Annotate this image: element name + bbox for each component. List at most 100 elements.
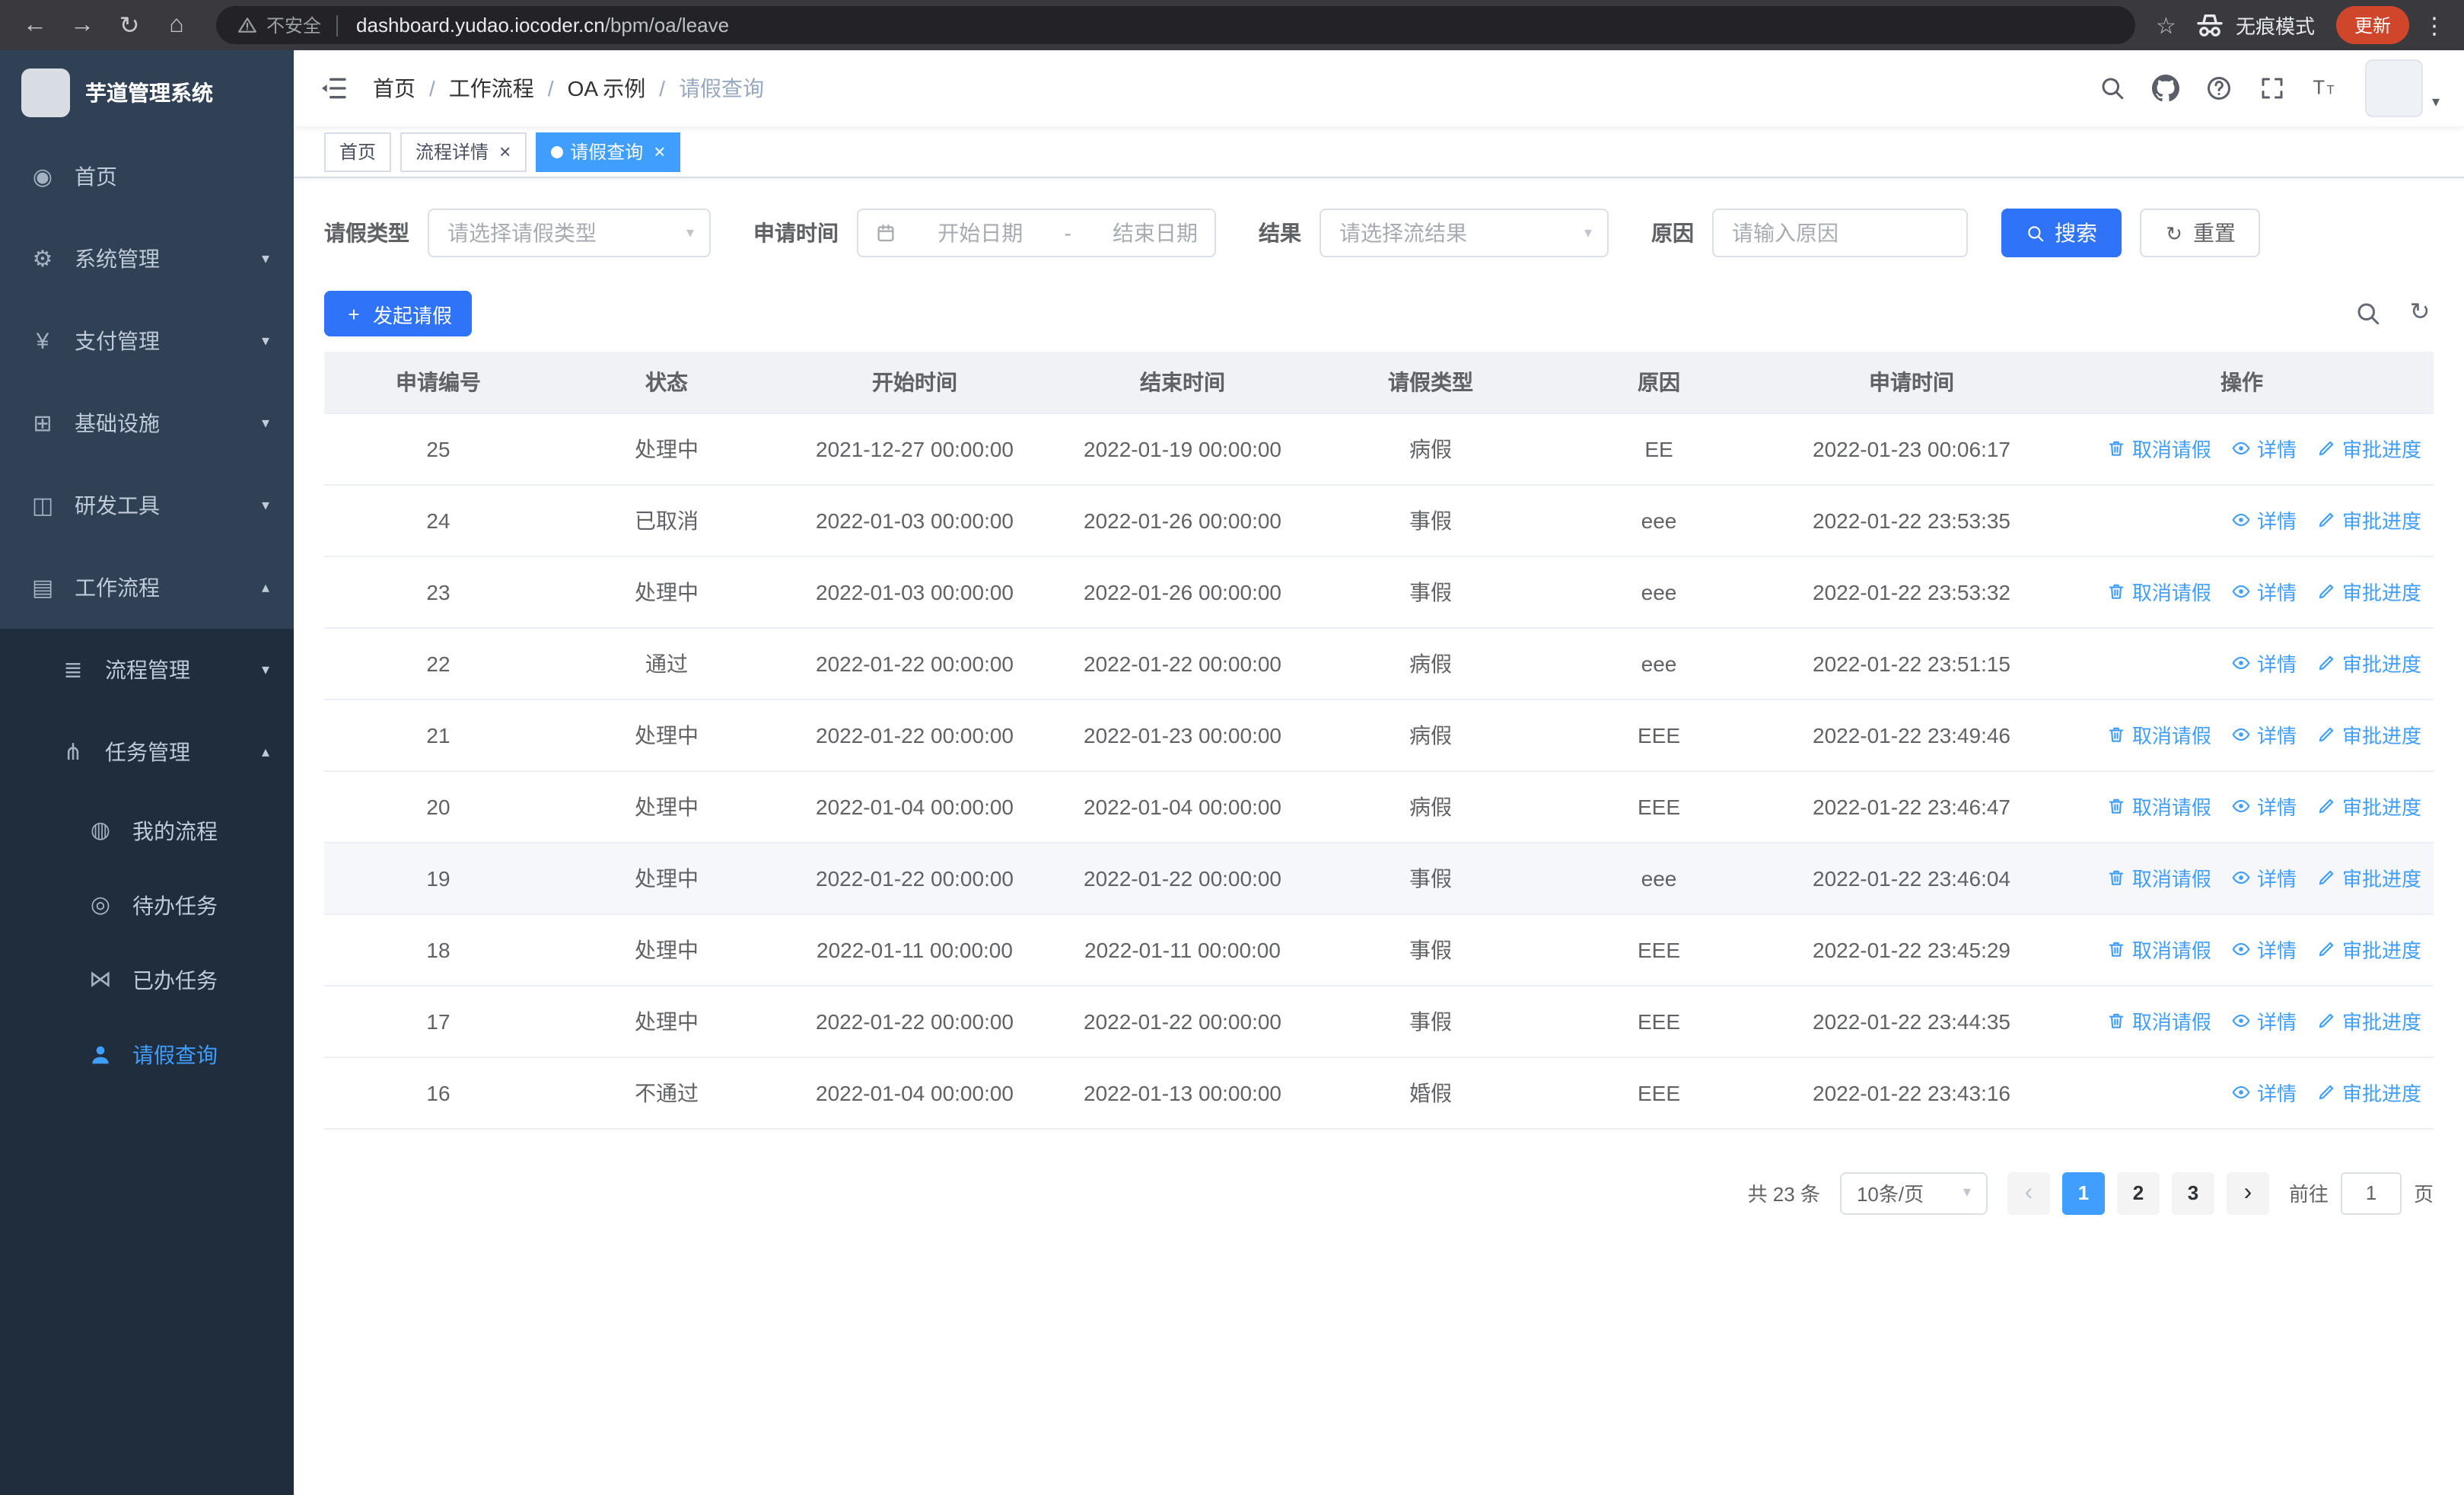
sidebar-item-payment-management[interactable]: ¥ 支付管理 ▾ — [0, 300, 294, 382]
detail-link[interactable]: 详情 — [2231, 1006, 2297, 1035]
progress-link[interactable]: 审批进度 — [2316, 577, 2421, 606]
avatar-caret-icon[interactable]: ▾ — [2432, 94, 2440, 111]
tab-process-detail[interactable]: 流程详情 × — [400, 132, 527, 171]
detail-link[interactable]: 详情 — [2231, 792, 2297, 821]
tab-home[interactable]: 首页 — [324, 132, 392, 171]
progress-link[interactable]: 审批进度 — [2316, 863, 2421, 892]
close-icon[interactable]: × — [654, 142, 665, 161]
leave-type-select[interactable]: 请选择请假类型 ▾ — [428, 209, 711, 257]
address-bar[interactable]: 不安全 dashboard.yudao.iocoder.cn/bpm/oa/le… — [216, 6, 2135, 44]
eye-icon — [2231, 725, 2251, 744]
cell-id: 20 — [324, 770, 552, 843]
progress-link[interactable]: 审批进度 — [2316, 505, 2421, 534]
sidebar-item-task-management[interactable]: ⋔ 任务管理 ▴ — [0, 711, 294, 793]
page-button-1[interactable]: 1 — [2061, 1171, 2105, 1214]
reason-input[interactable] — [1712, 209, 1968, 257]
chevron-down-icon: ▾ — [1963, 1184, 1971, 1201]
sidebar-item-done-tasks[interactable]: ⋈ 已办任务 — [0, 942, 294, 1017]
goto-page-input[interactable] — [2340, 1171, 2402, 1214]
action-label: 审批进度 — [2341, 939, 2421, 962]
action-label: 审批进度 — [2341, 1011, 2421, 1034]
progress-link[interactable]: 审批进度 — [2316, 935, 2421, 964]
browser-reload-icon[interactable]: ↻ — [113, 10, 146, 40]
breadcrumb-item[interactable]: 工作流程 — [449, 73, 534, 104]
progress-link[interactable]: 审批进度 — [2316, 792, 2421, 821]
detail-link[interactable]: 详情 — [2231, 649, 2297, 677]
browser-update-button[interactable]: 更新 — [2335, 6, 2409, 44]
page-button-2[interactable]: 2 — [2116, 1171, 2160, 1214]
github-icon[interactable] — [2151, 75, 2179, 102]
sidebar-item-leave-query[interactable]: 请假查询 — [0, 1017, 294, 1092]
sidebar-item-todo-tasks[interactable]: ◎ 待办任务 — [0, 868, 294, 942]
progress-link[interactable]: 审批进度 — [2316, 720, 2421, 749]
close-icon[interactable]: × — [499, 142, 511, 161]
reset-button[interactable]: ↻ 重置 — [2140, 209, 2260, 257]
progress-link[interactable]: 审批进度 — [2316, 1078, 2421, 1107]
app-logo-row[interactable]: 芋道管理系统 — [0, 50, 294, 135]
bookmark-star-icon[interactable]: ☆ — [2156, 11, 2176, 39]
search-button[interactable]: 搜索 — [2001, 209, 2122, 257]
refresh-table-icon[interactable]: ↻ — [2406, 300, 2434, 327]
security-warning-icon[interactable] — [237, 15, 257, 35]
cancel-leave-link[interactable]: 取消请假 — [2106, 935, 2211, 964]
detail-link[interactable]: 详情 — [2231, 935, 2297, 964]
page-button-3[interactable]: 3 — [2171, 1171, 2214, 1214]
tab-leave-query[interactable]: 请假查询 × — [535, 132, 681, 171]
toggle-search-icon[interactable] — [2354, 300, 2382, 327]
security-warning-label[interactable]: 不安全 — [266, 12, 321, 38]
cell-reason: eee — [1545, 627, 1773, 700]
next-page-button[interactable]: › — [2226, 1171, 2269, 1214]
detail-link[interactable]: 详情 — [2231, 434, 2297, 463]
cell-apply_time: 2022-01-23 00:06:17 — [1773, 413, 2050, 485]
cell-type: 事假 — [1316, 556, 1545, 628]
progress-link[interactable]: 审批进度 — [2316, 1006, 2421, 1035]
user-avatar[interactable] — [2364, 59, 2423, 117]
cell-apply_time: 2022-01-22 23:44:35 — [1773, 985, 2050, 1057]
apply-time-range-picker[interactable]: 开始日期 - 结束日期 — [857, 209, 1216, 257]
browser-forward-icon[interactable]: → — [65, 11, 99, 39]
cancel-leave-link[interactable]: 取消请假 — [2106, 863, 2211, 892]
sidebar-item-home[interactable]: ◉ 首页 — [0, 135, 294, 218]
breadcrumb-item[interactable]: OA 示例 — [568, 73, 646, 104]
result-select[interactable]: 请选择流结果 ▾ — [1320, 209, 1609, 257]
fullscreen-icon[interactable] — [2259, 75, 2286, 102]
sidebar-item-dev-tools[interactable]: ◫ 研发工具 ▾ — [0, 464, 294, 547]
browser-home-icon[interactable]: ⌂ — [160, 11, 193, 39]
sidebar-item-system-management[interactable]: ⚙ 系统管理 ▾ — [0, 218, 294, 300]
breadcrumb-item[interactable]: 首页 — [373, 73, 415, 104]
prev-page-button[interactable]: ‹ — [2007, 1171, 2050, 1214]
progress-link[interactable]: 审批进度 — [2316, 649, 2421, 677]
progress-link[interactable]: 审批进度 — [2316, 434, 2421, 463]
sidebar-item-my-process[interactable]: ◍ 我的流程 — [0, 793, 294, 868]
cell-reason: EEE — [1545, 985, 1773, 1057]
action-label: 取消请假 — [2131, 438, 2211, 461]
detail-link[interactable]: 详情 — [2231, 720, 2297, 749]
browser-menu-icon[interactable]: ⋮ — [2423, 11, 2446, 39]
cell-start: 2022-01-03 00:00:00 — [781, 484, 1049, 556]
page-size-select[interactable]: 10条/页 ▾ — [1839, 1171, 1988, 1214]
incognito-badge: 无痕模式 — [2195, 10, 2315, 40]
cancel-leave-link[interactable]: 取消请假 — [2106, 720, 2211, 749]
sidebar-item-process-management[interactable]: ≣ 流程管理 ▾ — [0, 629, 294, 711]
cancel-leave-link[interactable]: 取消请假 — [2106, 792, 2211, 821]
url-text[interactable]: dashboard.yudao.iocoder.cn/bpm/oa/leave — [356, 14, 729, 37]
detail-link[interactable]: 详情 — [2231, 1078, 2297, 1107]
browser-back-icon[interactable]: ← — [18, 11, 52, 39]
detail-link[interactable]: 详情 — [2231, 863, 2297, 892]
table-row: 23 处理中 2022-01-03 00:00:00 2022-01-26 00:00… — [324, 556, 2434, 628]
sidebar-toggle-icon[interactable] — [318, 73, 349, 104]
cell-type: 事假 — [1316, 484, 1545, 556]
cancel-leave-link[interactable]: 取消请假 — [2106, 1006, 2211, 1035]
action-label: 审批进度 — [2341, 1082, 2421, 1105]
sidebar-item-workflow[interactable]: ▤ 工作流程 ▴ — [0, 547, 294, 629]
detail-link[interactable]: 详情 — [2231, 577, 2297, 606]
cancel-leave-link[interactable]: 取消请假 — [2106, 434, 2211, 463]
detail-link[interactable]: 详情 — [2231, 505, 2297, 534]
help-icon[interactable] — [2205, 75, 2233, 102]
app-title: 芋道管理系统 — [85, 81, 213, 105]
cancel-leave-link[interactable]: 取消请假 — [2106, 577, 2211, 606]
sidebar-item-infrastructure[interactable]: ⊞ 基础设施 ▾ — [0, 382, 294, 464]
search-icon[interactable] — [2099, 75, 2126, 102]
create-leave-button[interactable]: + 发起请假 — [324, 291, 473, 336]
font-size-icon[interactable]: TT — [2312, 75, 2339, 102]
